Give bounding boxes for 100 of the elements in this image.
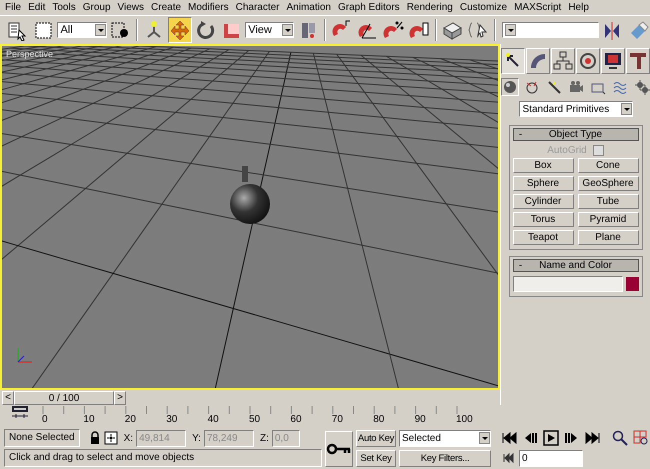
lights-icon: [546, 79, 562, 95]
name-field[interactable]: [512, 276, 622, 292]
menu-item[interactable]: Views: [114, 0, 148, 15]
go-to-start-icon: [501, 430, 517, 446]
key-filters-button[interactable]: Key Filters...: [399, 450, 491, 466]
geometry-button[interactable]: [500, 78, 518, 96]
menu-item[interactable]: Animation: [284, 0, 335, 15]
set-key-button[interactable]: Set Key: [356, 450, 396, 466]
systems-button[interactable]: [632, 78, 650, 96]
primitive-button[interactable]: Plane: [578, 230, 638, 245]
next-frame-button[interactable]: >: [114, 390, 126, 404]
go-to-start-button[interactable]: [500, 429, 518, 447]
frame-number: 90: [414, 414, 426, 426]
zoom-all-button[interactable]: [632, 429, 650, 447]
key-icon: [326, 443, 352, 455]
utilities-icon: [627, 50, 649, 72]
menu-item[interactable]: Graph Editors: [334, 0, 404, 15]
category-dropdown[interactable]: Standard Primitives: [518, 101, 632, 117]
select-by-name-icon: [7, 20, 28, 40]
y-coordinate-label: Y:: [192, 432, 201, 444]
x-coordinate-label: X:: [124, 432, 134, 444]
menu-item[interactable]: File: [2, 0, 26, 15]
caret-icon: [94, 24, 106, 36]
menu-item[interactable]: Tools: [49, 0, 80, 15]
menu-item[interactable]: Edit: [25, 0, 50, 15]
primitive-button[interactable]: Tube: [578, 194, 638, 209]
rotate-icon: [195, 20, 216, 40]
zoom-button[interactable]: [611, 429, 629, 447]
primitive-button[interactable]: Box: [512, 158, 574, 173]
rollout-header[interactable]: - Object Type: [512, 128, 638, 141]
named-selection-field[interactable]: [502, 22, 598, 38]
frame-number: 0: [42, 414, 48, 426]
frame-number: 40: [208, 414, 219, 426]
move-button[interactable]: [168, 17, 192, 43]
absolute-mode-icon[interactable]: [104, 431, 118, 445]
primitive-button[interactable]: Teapot: [512, 230, 574, 245]
hierarchy-tab[interactable]: [551, 48, 575, 74]
menu-item[interactable]: Help: [565, 0, 593, 15]
frame-number: 50: [249, 414, 260, 426]
spinner-snap-icon: [408, 20, 430, 40]
frame-number: 10: [83, 414, 95, 426]
menu-item[interactable]: Character: [232, 0, 284, 15]
caret-icon: [479, 432, 490, 444]
systems-icon: [634, 79, 650, 95]
primitive-button[interactable]: Cone: [578, 158, 638, 173]
selection-count: None Selected: [4, 429, 80, 447]
space-warps-icon: [612, 79, 628, 95]
autogrid-label: AutoGrid: [547, 144, 587, 156]
lock-icon[interactable]: [88, 431, 101, 445]
auto-key-button[interactable]: Auto Key: [356, 430, 396, 446]
menu-item[interactable]: Rendering: [404, 0, 457, 15]
create-tab[interactable]: [501, 48, 525, 74]
menu-item[interactable]: MAXScript: [511, 0, 566, 15]
primitive-button[interactable]: Cylinder: [512, 194, 574, 209]
go-to-end-icon: [585, 430, 601, 446]
current-frame-field[interactable]: 0: [519, 450, 583, 466]
previous-frame-button[interactable]: <: [2, 390, 14, 404]
time-configuration-icon[interactable]: [502, 451, 516, 465]
menu-item[interactable]: Customize: [456, 0, 512, 15]
primitive-button[interactable]: Pyramid: [578, 212, 638, 227]
display-icon: [602, 50, 624, 72]
geometry-icon: [502, 79, 518, 95]
zoom-icon: [612, 430, 628, 446]
time-slider-thumb[interactable]: 0 / 100: [14, 390, 114, 404]
primitive-button[interactable]: GeoSphere: [578, 176, 638, 191]
color-swatch[interactable]: [626, 277, 638, 291]
play-icon: [543, 430, 559, 446]
reference-coordinate-dropdown[interactable]: View: [245, 22, 294, 38]
percent-snap-icon: [382, 20, 404, 40]
camera-icon: [568, 79, 584, 95]
utilities-tab[interactable]: [626, 48, 650, 74]
menu-item[interactable]: Create: [148, 0, 186, 15]
named-selection-icon: [442, 20, 464, 40]
viewport[interactable]: Perspective: [0, 44, 500, 390]
key-mode-button[interactable]: [325, 431, 353, 467]
play-button[interactable]: [542, 429, 560, 447]
autogrid-checkbox[interactable]: [592, 144, 604, 156]
trackbar-toggle-icon[interactable]: [10, 405, 30, 421]
caret-icon: [282, 24, 294, 36]
display-tab[interactable]: [601, 48, 625, 74]
go-to-end-button[interactable]: [584, 429, 602, 447]
zoom-all-icon: [633, 430, 649, 446]
modify-tab[interactable]: [526, 48, 550, 74]
motion-tab[interactable]: [576, 48, 600, 74]
primitive-button[interactable]: Torus: [512, 212, 574, 227]
frame-number: 70: [332, 414, 343, 426]
motion-icon: [577, 50, 599, 72]
caret-icon: [505, 24, 516, 36]
z-coordinate-label: Z:: [260, 432, 269, 444]
selection-filter-dropdown[interactable]: All: [57, 22, 107, 38]
menu-item[interactable]: Modifiers: [185, 0, 233, 15]
key-mode-dropdown[interactable]: Selected: [399, 430, 491, 446]
viewport-label[interactable]: Perspective: [6, 49, 54, 59]
selection-region-icon: [33, 20, 54, 40]
frame-number: 30: [166, 414, 178, 426]
move-icon: [169, 20, 190, 40]
rollout-header[interactable]: - Name and Color: [512, 259, 638, 272]
primitive-button[interactable]: Sphere: [512, 176, 574, 191]
menu-item[interactable]: Group: [80, 0, 115, 15]
frame-number: 60: [290, 414, 302, 426]
